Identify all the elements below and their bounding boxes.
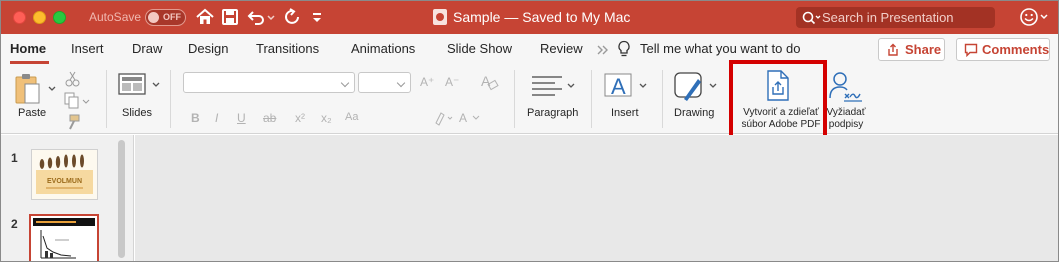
paragraph-icon[interactable] bbox=[529, 73, 579, 97]
save-icon[interactable] bbox=[221, 7, 239, 27]
ribbon-separator bbox=[591, 70, 592, 128]
change-case-icon[interactable]: Aa bbox=[345, 111, 358, 123]
font-size-combo[interactable] bbox=[358, 72, 411, 93]
window-title: Sample — Saved to My Mac bbox=[433, 9, 630, 25]
font-color-icon[interactable]: A bbox=[459, 111, 467, 125]
share-label: Share bbox=[905, 42, 942, 57]
superscript-icon[interactable]: x² bbox=[295, 111, 305, 125]
decrease-font-size-icon[interactable]: A⁻ bbox=[445, 75, 459, 89]
request-signatures-line2: podpisy bbox=[828, 119, 864, 130]
title-text: Sample — Saved to My Mac bbox=[453, 9, 631, 25]
new-slide-icon[interactable] bbox=[116, 71, 164, 101]
fullscreen-window-button[interactable] bbox=[53, 11, 66, 24]
title-bar: AutoSave OFF Sample — Saved to My Mac Se… bbox=[1, 1, 1058, 34]
subscript-icon[interactable]: x₂ bbox=[321, 111, 332, 125]
search-box[interactable]: Search in Presentation bbox=[796, 7, 995, 28]
thumbnails-scrollbar[interactable] bbox=[118, 140, 125, 258]
tab-transitions[interactable]: Transitions bbox=[256, 41, 319, 56]
request-signatures-icon[interactable] bbox=[829, 70, 863, 104]
clipboard-tools-icon bbox=[64, 71, 90, 130]
share-icon bbox=[888, 43, 898, 56]
tell-me-search[interactable]: Tell me what you want to do bbox=[640, 41, 800, 56]
highlight-color-icon[interactable] bbox=[433, 109, 455, 127]
paste-icon[interactable] bbox=[13, 71, 57, 107]
tab-draw[interactable]: Draw bbox=[132, 41, 162, 56]
more-tabs-chevron-icon[interactable] bbox=[596, 43, 610, 57]
font-name-combo[interactable] bbox=[183, 72, 355, 93]
strikethrough-icon[interactable]: ab bbox=[263, 111, 276, 125]
comment-icon bbox=[964, 43, 978, 57]
ribbon-separator bbox=[662, 70, 663, 128]
home-icon[interactable] bbox=[195, 7, 215, 27]
format-painter-icon[interactable] bbox=[69, 114, 80, 130]
undo-icon[interactable] bbox=[246, 7, 266, 27]
drawing-label: Drawing bbox=[674, 107, 715, 119]
slide-thumbnails-pane: 1 EVOLMUN 2 bbox=[1, 135, 134, 261]
bold-icon[interactable]: B bbox=[191, 111, 200, 125]
copy-icon[interactable] bbox=[64, 92, 90, 109]
slide-2-preview bbox=[31, 216, 97, 261]
comments-button[interactable]: Comments bbox=[956, 38, 1050, 61]
ribbon-separator bbox=[514, 70, 515, 128]
tab-animations[interactable]: Animations bbox=[351, 41, 415, 56]
feedback-smiley-icon[interactable] bbox=[1019, 7, 1049, 27]
share-button[interactable]: Share bbox=[878, 38, 945, 61]
powerpoint-window: AutoSave OFF Sample — Saved to My Mac Se… bbox=[0, 0, 1059, 262]
powerpoint-document-icon bbox=[433, 9, 447, 25]
tab-slide-show[interactable]: Slide Show bbox=[447, 41, 512, 56]
tab-home[interactable]: Home bbox=[10, 41, 46, 56]
autosave-toggle[interactable]: OFF bbox=[145, 9, 186, 26]
highlight-annotation bbox=[729, 60, 827, 143]
underline-icon[interactable]: U bbox=[237, 111, 246, 125]
close-window-button[interactable] bbox=[13, 11, 26, 24]
lightbulb-icon bbox=[618, 40, 630, 57]
tab-design[interactable]: Design bbox=[188, 41, 228, 56]
clear-formatting-icon[interactable]: A bbox=[480, 73, 500, 91]
slide-number: 2 bbox=[11, 217, 18, 231]
autosave-label: AutoSave bbox=[89, 10, 142, 24]
request-signatures-label: Vyžiadať podpisy bbox=[825, 107, 867, 131]
slide-1-preview: EVOLMUN bbox=[32, 150, 97, 199]
ribbon-tabs: Home Insert Draw Design Transitions Anim… bbox=[1, 34, 1058, 64]
toggle-knob bbox=[148, 12, 159, 23]
slide-thumbnail-1[interactable]: EVOLMUN bbox=[31, 149, 98, 200]
insert-text-box-icon[interactable]: A bbox=[602, 68, 650, 102]
search-icon bbox=[802, 11, 821, 25]
comments-label: Comments bbox=[982, 42, 1050, 57]
slides-label: Slides bbox=[122, 107, 152, 119]
ribbon-separator bbox=[106, 70, 107, 128]
customize-toolbar-icon[interactable] bbox=[311, 7, 323, 27]
undo-dropdown-icon[interactable] bbox=[266, 7, 276, 27]
tab-insert[interactable]: Insert bbox=[71, 41, 104, 56]
redo-icon[interactable] bbox=[283, 7, 303, 27]
drawing-shapes-icon[interactable] bbox=[672, 69, 720, 103]
slide-editing-canvas[interactable] bbox=[135, 135, 1058, 261]
slide-number: 1 bbox=[11, 151, 18, 165]
ribbon-home: Paste Slides A⁺ A⁻ A B I U ab x² x₂ Aa A… bbox=[1, 64, 1058, 134]
tab-review[interactable]: Review bbox=[540, 41, 583, 56]
ribbon-separator bbox=[170, 70, 171, 128]
request-signatures-line1: Vyžiadať bbox=[826, 107, 866, 118]
slide-1-title: EVOLMUN bbox=[47, 178, 82, 185]
increase-font-size-icon[interactable]: A⁺ bbox=[420, 75, 434, 89]
svg-text:A: A bbox=[611, 74, 626, 99]
slide-thumbnail-2-selected[interactable] bbox=[29, 214, 99, 261]
insert-label: Insert bbox=[611, 107, 639, 119]
search-placeholder: Search in Presentation bbox=[822, 10, 954, 25]
autosave-state: OFF bbox=[163, 12, 181, 22]
font-color-dropdown-icon[interactable] bbox=[471, 114, 481, 122]
italic-icon[interactable]: I bbox=[215, 111, 218, 125]
paste-label: Paste bbox=[18, 107, 47, 119]
cut-icon[interactable] bbox=[65, 71, 80, 87]
paragraph-label: Paragraph bbox=[527, 107, 579, 119]
minimize-window-button[interactable] bbox=[33, 11, 46, 24]
